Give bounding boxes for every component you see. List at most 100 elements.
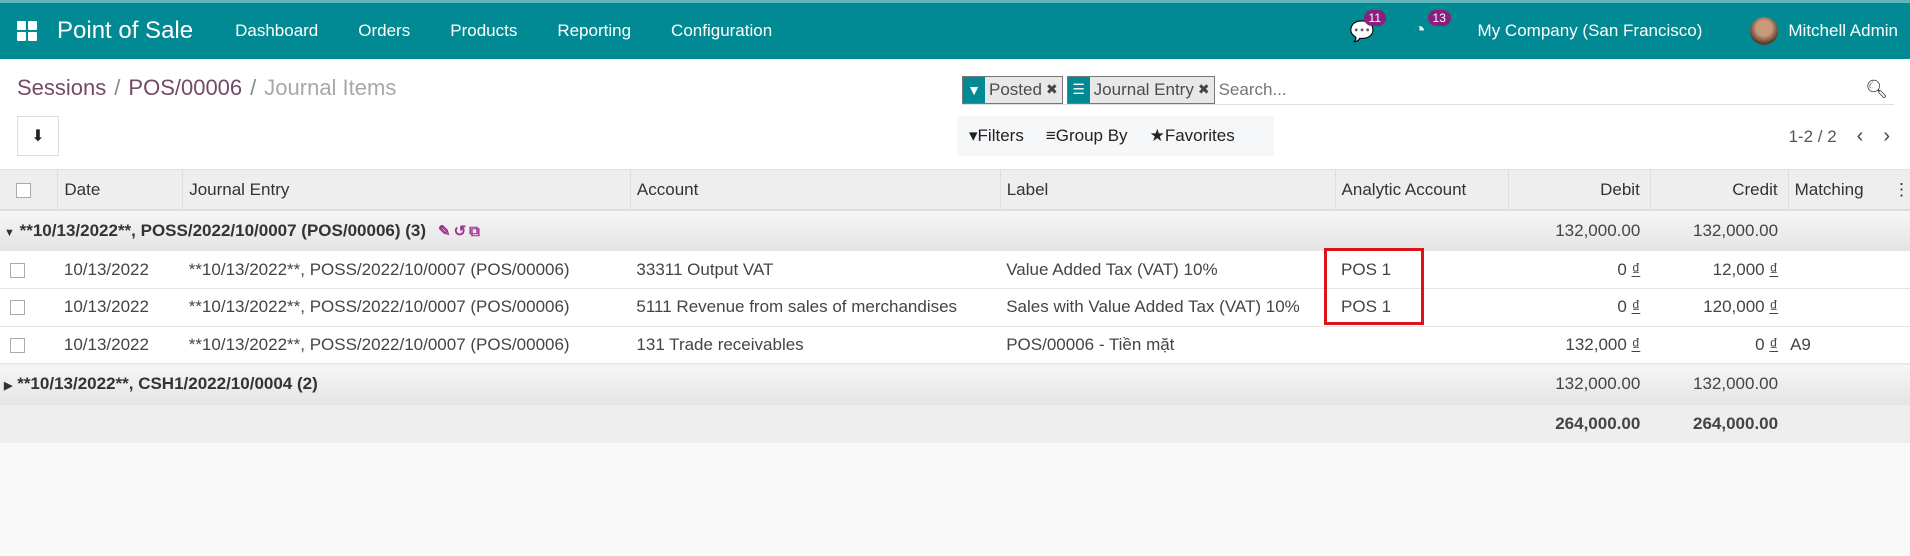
remove-facet-icon[interactable]: ✖	[1198, 77, 1214, 103]
star-icon: ★	[1149, 126, 1165, 145]
group-by-icon: ☰	[1067, 76, 1090, 103]
column-label[interactable]: Label	[1000, 170, 1336, 211]
previous-page-icon[interactable]: ‹	[1857, 125, 1864, 148]
column-credit[interactable]: Credit	[1650, 170, 1789, 211]
group-credit: 132,000.00	[1650, 363, 1789, 405]
messages-button[interactable]: 💬 11	[1350, 10, 1387, 43]
cell-debit: 0 ₫	[1508, 288, 1651, 327]
column-date[interactable]: Date	[57, 170, 184, 211]
group-debit: 132,000.00	[1508, 363, 1651, 405]
currency-symbol: ₫	[1769, 334, 1779, 354]
menu-orders[interactable]: Orders	[358, 21, 410, 41]
filter-icon: ▼	[963, 76, 985, 103]
menu-reporting[interactable]: Reporting	[557, 21, 631, 41]
highlight-box	[1324, 248, 1424, 325]
cell-debit: 0 ₫	[1508, 251, 1651, 289]
export-button[interactable]: ⬇	[17, 116, 59, 156]
column-analytic-account[interactable]: Analytic Account	[1335, 170, 1510, 211]
cell-analytic-account	[1335, 326, 1509, 364]
group-row[interactable]: ▶ **10/13/2022**, CSH1/2022/10/0004 (2) 1…	[0, 363, 1910, 405]
column-matching[interactable]: Matching	[1788, 170, 1893, 211]
next-page-icon[interactable]: ›	[1883, 125, 1890, 148]
cell-journal-entry: **10/13/2022**, POSS/2022/10/0007 (POS/0…	[182, 251, 631, 289]
user-menu[interactable]: Mitchell Admin	[1788, 21, 1898, 41]
cell-label: Value Added Tax (VAT) 10%	[1000, 251, 1336, 289]
cell-credit: 12,000 ₫	[1650, 251, 1789, 289]
cell-account: 5111 Revenue from sales of merchandises	[630, 288, 1001, 327]
cell-credit: 120,000 ₫	[1650, 288, 1789, 327]
cell-label: POS/00006 - Tiền mặt	[1000, 326, 1336, 364]
caret-right-icon: ▶	[4, 380, 13, 393]
breadcrumb-separator: /	[250, 75, 257, 100]
group-label: **10/13/2022**, CSH1/2022/10/0004 (2)	[17, 374, 318, 394]
activities-button[interactable]: ◔ 13	[1413, 10, 1451, 43]
favorites-button[interactable]: ★Favorites	[1150, 126, 1235, 146]
total-debit: 264,000.00	[1508, 404, 1651, 443]
cell-account: 33311 Output VAT	[630, 251, 1001, 289]
company-switcher[interactable]: My Company (San Francisco)	[1478, 21, 1703, 41]
menu-products[interactable]: Products	[450, 21, 517, 41]
cell-credit: 0 ₫	[1650, 326, 1789, 364]
breadcrumb: Sessions / POS/00006 / Journal Items	[17, 75, 396, 101]
cell-matching	[1788, 288, 1893, 327]
row-checkbox[interactable]	[10, 300, 25, 316]
cell-journal-entry: **10/13/2022**, POSS/2022/10/0007 (POS/0…	[182, 288, 631, 327]
optional-columns-icon[interactable]: ⋮	[1892, 170, 1910, 211]
apps-menu-icon[interactable]	[17, 21, 37, 41]
caret-down-icon: ▼	[4, 227, 15, 239]
search-bar: ▼Posted✖ ☰Journal Entry✖ 🔍︎	[962, 75, 1894, 105]
journal-items-table: Date Journal Entry Account Label Analyti…	[0, 170, 1910, 443]
cell-matching	[1788, 251, 1893, 289]
download-icon: ⬇	[31, 128, 45, 145]
breadcrumb-session[interactable]: POS/00006	[128, 75, 242, 100]
table-row[interactable]: 10/13/2022 **10/13/2022**, POSS/2022/10/0…	[0, 288, 1910, 327]
duplicate-icon[interactable]: ⧉	[469, 223, 483, 240]
menu-dashboard[interactable]: Dashboard	[235, 21, 318, 41]
control-panel: Sessions / POS/00006 / Journal Items ⬇ ▼ Post…	[0, 59, 1910, 170]
cell-date: 10/13/2022	[57, 251, 183, 289]
reverse-icon[interactable]: ↺	[454, 223, 470, 240]
column-account[interactable]: Account	[630, 170, 1001, 211]
facet-posted: ▼ Posted ✖	[962, 75, 1063, 104]
group-credit: 132,000.00	[1650, 210, 1789, 251]
currency-symbol: ₫	[1769, 259, 1779, 279]
cell-date: 10/13/2022	[57, 326, 183, 364]
column-debit[interactable]: Debit	[1508, 170, 1651, 211]
column-journal-entry[interactable]: Journal Entry	[182, 170, 631, 211]
totals-row: 264,000.00 264,000.00	[0, 404, 1910, 443]
filters-label: Filters	[977, 126, 1024, 145]
table-row[interactable]: 10/13/2022 **10/13/2022**, POSS/2022/10/0…	[0, 326, 1910, 364]
remove-facet-icon[interactable]: ✖	[1046, 77, 1062, 103]
facet-value: Journal Entry	[1093, 79, 1194, 99]
search-input[interactable]	[1218, 79, 1866, 100]
currency-symbol: ₫	[1631, 259, 1641, 279]
clock-icon: ◔	[1413, 19, 1426, 41]
group-row[interactable]: ▼ **10/13/2022**, POSS/2022/10/0007 (POS…	[0, 210, 1910, 251]
search-icon[interactable]: 🔍︎	[1865, 79, 1888, 100]
table-row[interactable]: 10/13/2022 **10/13/2022**, POSS/2022/10/0…	[0, 251, 1910, 289]
cell-account: 131 Trade receivables	[630, 326, 1001, 364]
favorites-label: Favorites	[1164, 126, 1235, 145]
facet-journal-entry: ☰ Journal Entry ✖	[1066, 75, 1215, 104]
edit-icon[interactable]: ✎	[438, 223, 454, 240]
top-navbar: Point of Sale Dashboard Orders Products …	[0, 0, 1910, 59]
cell-label: Sales with Value Added Tax (VAT) 10%	[1000, 288, 1336, 327]
row-checkbox[interactable]	[10, 262, 25, 278]
select-all-checkbox[interactable]	[0, 170, 59, 211]
menu-configuration[interactable]: Configuration	[671, 21, 772, 41]
app-title[interactable]: Point of Sale	[57, 17, 193, 45]
filters-button[interactable]: ▾Filters	[969, 126, 1024, 146]
group-by-button[interactable]: ≡Group By	[1046, 126, 1128, 146]
pager-value[interactable]: 1-2 / 2	[1788, 127, 1836, 147]
filter-icon: ▾	[969, 126, 978, 145]
cell-journal-entry: **10/13/2022**, POSS/2022/10/0007 (POS/0…	[182, 326, 631, 364]
breadcrumb-current: Journal Items	[264, 75, 397, 100]
row-checkbox[interactable]	[10, 337, 25, 353]
table-header: Date Journal Entry Account Label Analyti…	[0, 170, 1910, 211]
breadcrumb-sessions[interactable]: Sessions	[17, 75, 106, 100]
cell-debit: 132,000 ₫	[1508, 326, 1651, 364]
facet-value: Posted	[989, 79, 1042, 99]
avatar[interactable]	[1750, 17, 1779, 45]
search-options: ▾Filters ≡Group By ★Favorites	[957, 116, 1274, 156]
activities-badge: 13	[1427, 10, 1451, 26]
